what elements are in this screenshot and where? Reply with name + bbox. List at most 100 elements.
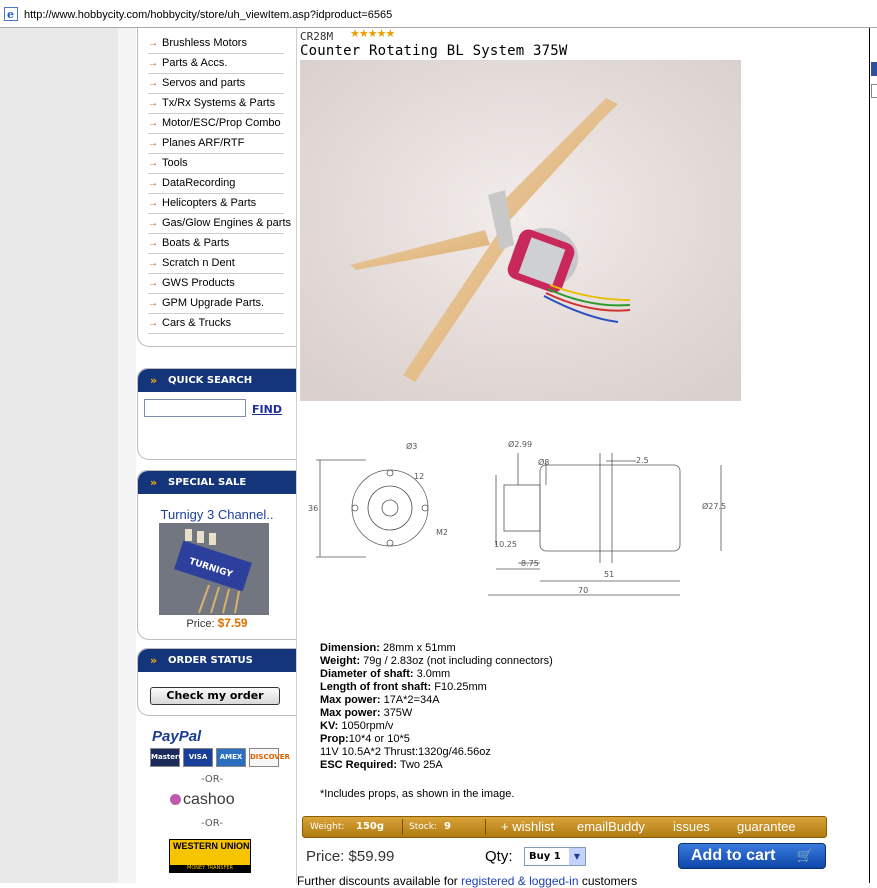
arrow-icon: → xyxy=(148,258,158,269)
quantity-select[interactable]: Buy 1 ▼ xyxy=(524,847,586,866)
arrow-icon: → xyxy=(148,98,158,109)
drawing-label: Ø8 xyxy=(538,457,549,467)
category-item[interactable]: → Servos and parts xyxy=(148,74,284,94)
arrow-icon: → xyxy=(148,238,158,249)
spec-value: 1050rpm/v xyxy=(338,720,394,732)
category-label: Gas/Glow Engines & parts xyxy=(162,217,292,229)
spec-label: ESC Required: xyxy=(320,759,398,771)
spec-value: 375W xyxy=(380,707,413,719)
guarantee-link[interactable]: guarantee xyxy=(737,819,796,834)
arrow-icon: → xyxy=(148,318,158,329)
category-item[interactable]: → Gas/Glow Engines & parts xyxy=(148,214,291,234)
category-item[interactable]: → Motor/ESC/Prop Combo xyxy=(148,114,284,134)
spec-row: Dimension: 28mm x 51mm xyxy=(320,642,553,655)
arrow-icon: → xyxy=(148,38,158,49)
category-label: GWS Products xyxy=(162,277,235,289)
bar-divider xyxy=(402,819,403,835)
panel-title: SPECIAL SALE xyxy=(168,477,247,488)
weight-label: Weight: xyxy=(310,822,345,832)
spec-value: 10*4 or 10*5 xyxy=(348,733,410,745)
category-label: Brushless Motors xyxy=(162,37,247,49)
discount-text: Further discounts available for xyxy=(297,874,462,888)
qty-label: Qty: xyxy=(485,848,513,865)
window-edge-widget xyxy=(871,84,877,98)
drawing-label: Ø27.5 xyxy=(702,501,726,511)
cashoo-label: cashoo xyxy=(183,791,235,808)
cashoo-icon xyxy=(170,794,181,805)
url-field[interactable]: http://www.hobbycity.com/hobbycity/store… xyxy=(24,9,392,21)
cashoo-logo: cashoo xyxy=(170,791,235,809)
category-item[interactable]: → Boats & Parts xyxy=(148,234,284,254)
spec-value: 3.0mm xyxy=(413,668,451,680)
arrow-icon: → xyxy=(148,58,158,69)
panel-header: » QUICK SEARCH xyxy=(138,369,296,392)
arrow-icon: → xyxy=(148,138,158,149)
star-icon: ★ xyxy=(358,27,369,40)
chevron-icon: » xyxy=(150,374,157,387)
category-item[interactable]: → GWS Products xyxy=(148,274,284,294)
price-label: Price: xyxy=(306,848,345,865)
category-item[interactable]: → Helicopters & Parts xyxy=(148,194,284,214)
spec-label: Max power: xyxy=(320,707,381,719)
search-input[interactable] xyxy=(144,399,246,417)
category-item[interactable]: → DataRecording xyxy=(148,174,284,194)
star-icon: ★ xyxy=(385,27,396,40)
category-item[interactable]: → Tx/Rx Systems & Parts xyxy=(148,94,284,114)
category-item[interactable]: → Scratch n Dent xyxy=(148,254,284,274)
spec-value: F10.25mm xyxy=(431,681,487,693)
amex-logo: AMEX xyxy=(216,748,246,767)
category-label: Servos and parts xyxy=(162,77,246,89)
star-icon: ★ xyxy=(367,27,378,40)
page-gutter xyxy=(118,28,136,883)
spec-label: Max power: xyxy=(320,694,381,706)
quantity-value: Buy 1 xyxy=(529,851,561,862)
spec-row: Max power: 375W xyxy=(320,707,553,720)
category-label: Parts & Accs. xyxy=(162,57,228,69)
category-label: Planes ARF/RTF xyxy=(162,137,245,149)
wishlist-link[interactable]: + wishlist xyxy=(501,819,554,834)
page-left-margin xyxy=(0,28,118,883)
card-logos: MasterCard VISA AMEX DISCOVER xyxy=(150,748,290,767)
discover-logo: DISCOVER xyxy=(249,748,290,767)
spec-row: Weight: 79g / 2.83oz (not including conn… xyxy=(320,655,553,668)
issues-link[interactable]: issues xyxy=(673,819,710,834)
category-label: Tx/Rx Systems & Parts xyxy=(162,97,276,109)
western-union-label: WESTERN UNION xyxy=(173,841,250,851)
sale-product-image[interactable]: TURNIGY xyxy=(159,523,269,615)
spec-label: Weight: xyxy=(320,655,361,667)
find-button[interactable]: FIND xyxy=(252,403,282,416)
add-to-cart-button[interactable]: Add to cart 🛒 xyxy=(678,843,826,869)
category-label: Tools xyxy=(162,157,188,169)
mastercard-logo: MasterCard xyxy=(150,748,197,767)
sale-product-link[interactable]: Turnigy 3 Channel.. xyxy=(138,507,296,522)
category-item[interactable]: → Brushless Motors xyxy=(148,34,284,54)
category-item[interactable]: → GPM Upgrade Parts. xyxy=(148,294,284,314)
spec-row: Length of front shaft: F10.25mm xyxy=(320,681,553,694)
arrow-icon: → xyxy=(148,218,158,229)
spec-label: Dimension: xyxy=(320,642,380,654)
panel-title: ORDER STATUS xyxy=(168,655,253,666)
rating-stars: ★★★★★ xyxy=(350,27,396,40)
category-label: Scratch n Dent xyxy=(162,257,235,269)
category-label: Helicopters & Parts xyxy=(162,197,257,209)
chevron-down-icon[interactable]: ▼ xyxy=(569,848,585,865)
or-separator: -OR- xyxy=(201,774,223,785)
drawing-label: 10.25 xyxy=(494,540,517,549)
price-value: $7.59 xyxy=(217,616,248,630)
category-item[interactable]: → Planes ARF/RTF xyxy=(148,134,284,154)
star-icon: ★ xyxy=(350,27,360,40)
category-item[interactable]: → Parts & Accs. xyxy=(148,54,284,74)
registered-login-link[interactable]: registered & logged-in xyxy=(461,874,578,888)
category-item[interactable]: → Cars & Trucks xyxy=(148,314,284,334)
western-union-logo: WESTERN UNION MONEY TRANSFER xyxy=(169,839,251,873)
bar-divider xyxy=(485,819,486,835)
category-label: GPM Upgrade Parts. xyxy=(162,297,265,309)
discount-notice: Further discounts available for register… xyxy=(297,874,637,888)
category-label: Motor/ESC/Prop Combo xyxy=(162,117,281,129)
spec-label: KV: xyxy=(320,720,339,732)
email-buddy-link[interactable]: emailBuddy xyxy=(577,819,645,834)
category-item[interactable]: → Tools xyxy=(148,154,284,174)
adjacent-window-edge xyxy=(869,28,877,883)
spec-value: 28mm x 51mm xyxy=(379,642,456,654)
check-order-button[interactable]: Check my order xyxy=(150,687,280,705)
